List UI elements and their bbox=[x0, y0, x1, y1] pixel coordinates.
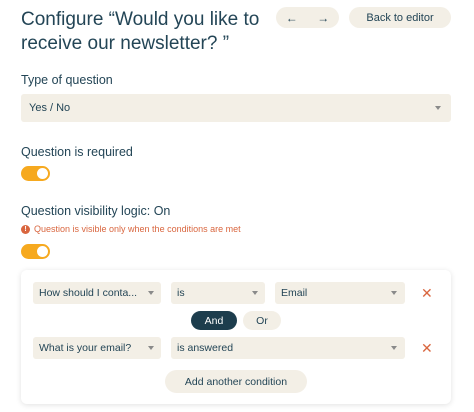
question-type-select[interactable]: Yes / No bbox=[21, 94, 451, 122]
condition-2-field-select[interactable]: What is your email? bbox=[33, 337, 161, 359]
caret-down-icon bbox=[391, 346, 397, 350]
or-button[interactable]: Or bbox=[243, 311, 281, 330]
visibility-toggle[interactable] bbox=[21, 244, 50, 259]
condition-1-field: How should I conta... bbox=[39, 287, 138, 299]
visibility-notice-text: Question is visible only when the condit… bbox=[34, 224, 241, 234]
condition-2-field: What is your email? bbox=[39, 342, 132, 354]
required-label: Question is required bbox=[21, 145, 133, 159]
caret-down-icon bbox=[148, 346, 154, 350]
toggle-knob bbox=[37, 168, 48, 179]
arrow-right-icon[interactable]: → bbox=[311, 11, 335, 25]
required-toggle[interactable] bbox=[21, 166, 50, 181]
condition-1-field-select[interactable]: How should I conta... bbox=[33, 282, 161, 304]
caret-down-icon bbox=[435, 106, 441, 110]
caret-down-icon bbox=[391, 291, 397, 295]
page-title: Configure “Would you like to receive our… bbox=[21, 9, 260, 54]
visibility-label: Question visibility logic: On bbox=[21, 204, 171, 218]
condition-1-operator: is bbox=[177, 287, 185, 299]
condition-1-operator-select[interactable]: is bbox=[171, 282, 265, 304]
question-nav: ← → bbox=[276, 7, 339, 28]
question-type-value: Yes / No bbox=[29, 102, 71, 114]
remove-condition-2-icon[interactable]: ✕ bbox=[421, 341, 433, 355]
alert-icon: ! bbox=[21, 224, 30, 234]
arrow-left-icon[interactable]: ← bbox=[280, 11, 304, 25]
condition-1-value-select[interactable]: Email bbox=[275, 282, 405, 304]
condition-2-operator-select[interactable]: is answered bbox=[171, 337, 405, 359]
add-condition-button[interactable]: Add another condition bbox=[165, 370, 307, 393]
condition-1-value: Email bbox=[281, 287, 308, 299]
toggle-knob bbox=[37, 246, 48, 257]
back-to-editor-button[interactable]: Back to editor bbox=[349, 7, 451, 28]
remove-condition-1-icon[interactable]: ✕ bbox=[421, 286, 433, 300]
visibility-notice: ! Question is visible only when the cond… bbox=[21, 224, 241, 234]
caret-down-icon bbox=[148, 291, 154, 295]
conditions-panel: How should I conta... is Email ✕ And Or … bbox=[21, 270, 451, 404]
type-of-question-label: Type of question bbox=[21, 73, 113, 87]
condition-2-operator: is answered bbox=[177, 342, 234, 354]
caret-down-icon bbox=[252, 291, 258, 295]
and-button[interactable]: And bbox=[191, 311, 237, 330]
